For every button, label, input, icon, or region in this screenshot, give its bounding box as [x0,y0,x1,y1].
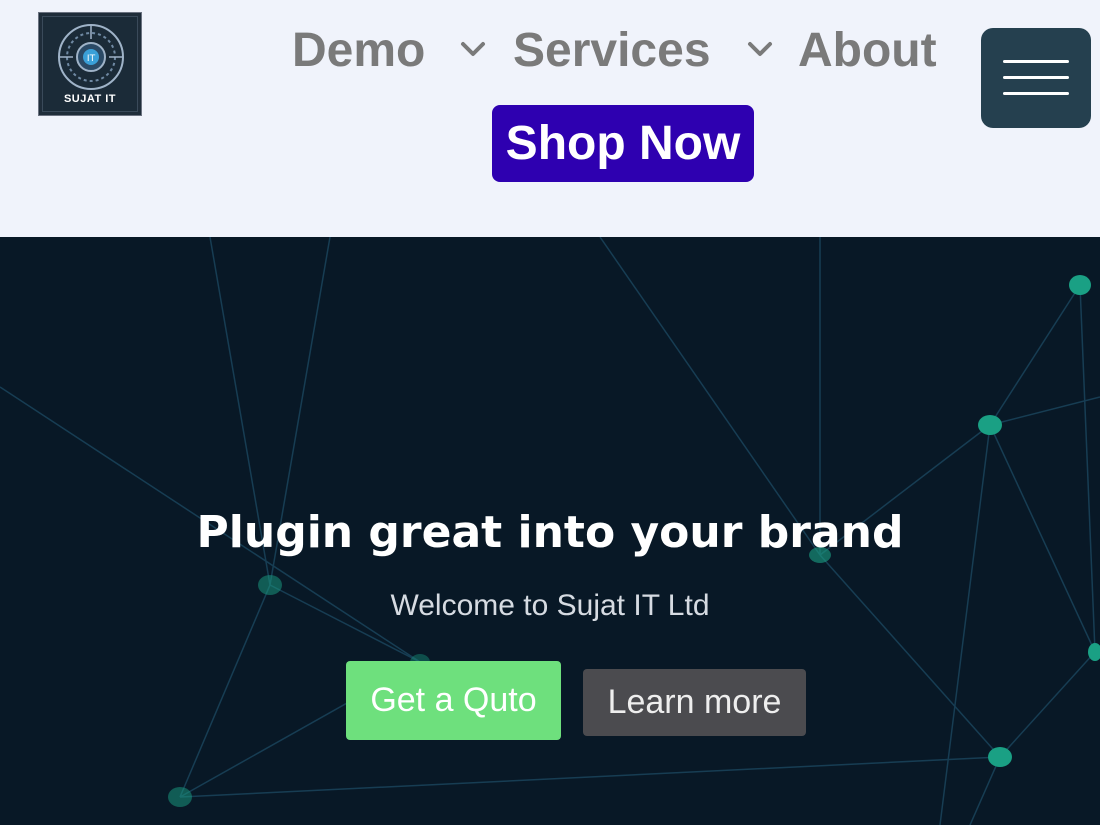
chevron-down-icon[interactable] [745,38,775,62]
hero-section: Plugin great into your brand Welcome to … [0,237,1100,825]
nav-about[interactable]: About [798,22,937,78]
chevron-down-icon[interactable] [458,38,488,62]
site-header: IT SUJAT IT Demo Services About Shop Now [0,0,1100,237]
nav-demo[interactable]: Demo [292,22,425,78]
nav-services[interactable]: Services [513,22,711,78]
site-logo[interactable]: IT SUJAT IT [38,12,142,116]
logo-text: SUJAT IT [63,93,117,105]
hamburger-menu-button[interactable] [981,28,1091,128]
menu-line [1003,92,1069,95]
svg-text:IT: IT [87,54,96,64]
shop-now-button[interactable]: Shop Now [492,105,754,182]
logo-emblem: IT SUJAT IT [42,16,138,112]
menu-line [1003,60,1069,63]
hero-subtitle: Welcome to Sujat IT Ltd [390,589,710,622]
get-quote-button[interactable]: Get a Quto [346,661,561,740]
learn-more-button[interactable]: Learn more [583,669,806,736]
menu-line [1003,76,1069,79]
hero-title: Plugin great into your brand [196,507,904,558]
